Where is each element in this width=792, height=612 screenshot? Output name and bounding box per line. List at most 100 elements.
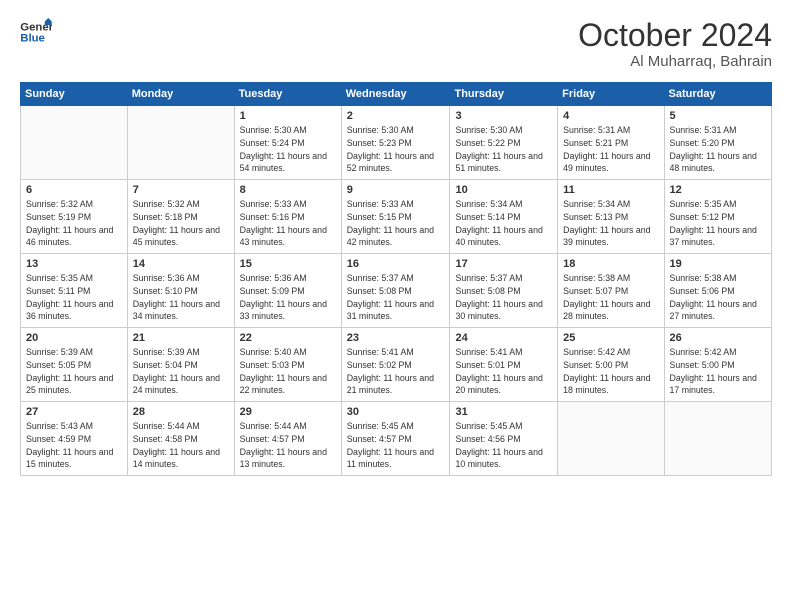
calendar-cell: 3 Sunrise: 5:30 AM Sunset: 5:22 PM Daylig… [450, 106, 558, 180]
calendar-cell [664, 402, 771, 476]
calendar-cell: 7Sunrise: 5:32 AM Sunset: 5:18 PM Daylig… [127, 180, 234, 254]
day-info: Sunrise: 5:45 AM Sunset: 4:56 PM Dayligh… [455, 420, 552, 471]
calendar-cell: 31 Sunrise: 5:45 AM Sunset: 4:56 PM Dayli… [450, 402, 558, 476]
day-number: 4 [563, 110, 658, 122]
day-info: Sunrise: 5:31 AM Sunset: 5:21 PM Dayligh… [563, 124, 658, 175]
day-info: Sunrise: 5:33 AM Sunset: 5:15 PM Dayligh… [347, 198, 445, 249]
weekday-header: Thursday [450, 83, 558, 106]
day-number: 5 [670, 110, 766, 122]
calendar-cell: 22 Sunrise: 5:40 AM Sunset: 5:03 PM Dayli… [234, 328, 341, 402]
page-header: General Blue October 2024 Al Muharraq, B… [20, 18, 772, 70]
calendar-cell: 1 Sunrise: 5:30 AM Sunset: 5:24 PM Daylig… [234, 106, 341, 180]
calendar-cell [127, 106, 234, 180]
calendar-cell: 6 Sunrise: 5:32 AM Sunset: 5:19 PM Daylig… [21, 180, 128, 254]
day-info: Sunrise: 5:44 AM Sunset: 4:57 PM Dayligh… [240, 420, 336, 471]
day-info: Sunrise: 5:40 AM Sunset: 5:03 PM Dayligh… [240, 346, 336, 397]
calendar-cell: 27 Sunrise: 5:43 AM Sunset: 4:59 PM Dayli… [21, 402, 128, 476]
day-number: 1 [240, 110, 336, 122]
calendar-cell: 18Sunrise: 5:38 AM Sunset: 5:07 PM Dayli… [558, 254, 664, 328]
weekday-header: Sunday [21, 83, 128, 106]
day-number: 13 [26, 258, 122, 270]
day-number: 25 [563, 332, 658, 344]
calendar-cell: 11 Sunrise: 5:34 AM Sunset: 5:13 PM Dayli… [558, 180, 664, 254]
calendar-cell: 15 Sunrise: 5:36 AM Sunset: 5:09 PM Dayli… [234, 254, 341, 328]
calendar-cell: 4 Sunrise: 5:31 AM Sunset: 5:21 PM Daylig… [558, 106, 664, 180]
day-info: Sunrise: 5:36 AM Sunset: 5:09 PM Dayligh… [240, 272, 336, 323]
day-number: 23 [347, 332, 445, 344]
calendar-cell: 28 Sunrise: 5:44 AM Sunset: 4:58 PM Dayli… [127, 402, 234, 476]
calendar-cell: 20 Sunrise: 5:39 AM Sunset: 5:05 PM Dayli… [21, 328, 128, 402]
day-number: 10 [455, 184, 552, 196]
weekday-header: Saturday [664, 83, 771, 106]
day-info: Sunrise: 5:30 AM Sunset: 5:24 PM Dayligh… [240, 124, 336, 175]
logo: General Blue [20, 18, 52, 46]
day-info: Sunrise: 5:30 AM Sunset: 5:22 PM Dayligh… [455, 124, 552, 175]
day-info: Sunrise: 5:36 AM Sunset: 5:10 PM Dayligh… [133, 272, 229, 323]
calendar-table: SundayMondayTuesdayWednesdayThursdayFrid… [20, 82, 772, 476]
day-info: Sunrise: 5:35 AM Sunset: 5:12 PM Dayligh… [670, 198, 766, 249]
day-info: Sunrise: 5:34 AM Sunset: 5:14 PM Dayligh… [455, 198, 552, 249]
day-info: Sunrise: 5:30 AM Sunset: 5:23 PM Dayligh… [347, 124, 445, 175]
day-number: 8 [240, 184, 336, 196]
calendar-cell: 12 Sunrise: 5:35 AM Sunset: 5:12 PM Dayli… [664, 180, 771, 254]
day-number: 11 [563, 184, 658, 196]
month-title: October 2024 [578, 18, 772, 53]
weekday-header: Tuesday [234, 83, 341, 106]
logo-icon: General Blue [20, 18, 52, 46]
svg-text:Blue: Blue [20, 33, 45, 45]
day-number: 3 [455, 110, 552, 122]
calendar-cell: 14 Sunrise: 5:36 AM Sunset: 5:10 PM Dayli… [127, 254, 234, 328]
title-block: October 2024 Al Muharraq, Bahrain [578, 18, 772, 70]
day-info: Sunrise: 5:41 AM Sunset: 5:01 PM Dayligh… [455, 346, 552, 397]
day-number: 22 [240, 332, 336, 344]
day-info: Sunrise: 5:42 AM Sunset: 5:00 PM Dayligh… [670, 346, 766, 397]
day-info: Sunrise: 5:43 AM Sunset: 4:59 PM Dayligh… [26, 420, 122, 471]
day-number: 30 [347, 406, 445, 418]
calendar-cell: 30 Sunrise: 5:45 AM Sunset: 4:57 PM Dayli… [341, 402, 450, 476]
day-info: Sunrise: 5:32 AM Sunset: 5:18 PM Dayligh… [133, 198, 229, 249]
calendar-cell: 9 Sunrise: 5:33 AM Sunset: 5:15 PM Daylig… [341, 180, 450, 254]
day-number: 27 [26, 406, 122, 418]
day-number: 20 [26, 332, 122, 344]
day-number: 29 [240, 406, 336, 418]
day-info: Sunrise: 5:33 AM Sunset: 5:16 PM Dayligh… [240, 198, 336, 249]
calendar-cell: 8 Sunrise: 5:33 AM Sunset: 5:16 PM Daylig… [234, 180, 341, 254]
day-number: 24 [455, 332, 552, 344]
day-info: Sunrise: 5:44 AM Sunset: 4:58 PM Dayligh… [133, 420, 229, 471]
day-info: Sunrise: 5:45 AM Sunset: 4:57 PM Dayligh… [347, 420, 445, 471]
day-number: 9 [347, 184, 445, 196]
day-info: Sunrise: 5:38 AM Sunset: 5:06 PM Dayligh… [670, 272, 766, 323]
day-number: 26 [670, 332, 766, 344]
calendar-cell: 2 Sunrise: 5:30 AM Sunset: 5:23 PM Daylig… [341, 106, 450, 180]
calendar-cell: 5 Sunrise: 5:31 AM Sunset: 5:20 PM Daylig… [664, 106, 771, 180]
calendar-cell: 26 Sunrise: 5:42 AM Sunset: 5:00 PM Dayli… [664, 328, 771, 402]
location: Al Muharraq, Bahrain [578, 53, 772, 70]
day-info: Sunrise: 5:31 AM Sunset: 5:20 PM Dayligh… [670, 124, 766, 175]
weekday-header: Friday [558, 83, 664, 106]
calendar-cell: 19 Sunrise: 5:38 AM Sunset: 5:06 PM Dayli… [664, 254, 771, 328]
day-info: Sunrise: 5:42 AM Sunset: 5:00 PM Dayligh… [563, 346, 658, 397]
day-number: 12 [670, 184, 766, 196]
day-number: 21 [133, 332, 229, 344]
calendar-cell: 24 Sunrise: 5:41 AM Sunset: 5:01 PM Dayli… [450, 328, 558, 402]
day-info: Sunrise: 5:39 AM Sunset: 5:05 PM Dayligh… [26, 346, 122, 397]
day-number: 19 [670, 258, 766, 270]
calendar-cell [21, 106, 128, 180]
day-number: 18 [563, 258, 658, 270]
day-number: 2 [347, 110, 445, 122]
day-number: 31 [455, 406, 552, 418]
day-info: Sunrise: 5:32 AM Sunset: 5:19 PM Dayligh… [26, 198, 122, 249]
calendar-cell [558, 402, 664, 476]
calendar-cell: 23Sunrise: 5:41 AM Sunset: 5:02 PM Dayli… [341, 328, 450, 402]
calendar-cell: 13Sunrise: 5:35 AM Sunset: 5:11 PM Dayli… [21, 254, 128, 328]
day-number: 28 [133, 406, 229, 418]
calendar-cell: 10 Sunrise: 5:34 AM Sunset: 5:14 PM Dayli… [450, 180, 558, 254]
day-number: 6 [26, 184, 122, 196]
calendar-cell: 25 Sunrise: 5:42 AM Sunset: 5:00 PM Dayli… [558, 328, 664, 402]
day-number: 16 [347, 258, 445, 270]
day-info: Sunrise: 5:34 AM Sunset: 5:13 PM Dayligh… [563, 198, 658, 249]
day-number: 15 [240, 258, 336, 270]
weekday-header: Wednesday [341, 83, 450, 106]
day-number: 14 [133, 258, 229, 270]
day-number: 17 [455, 258, 552, 270]
